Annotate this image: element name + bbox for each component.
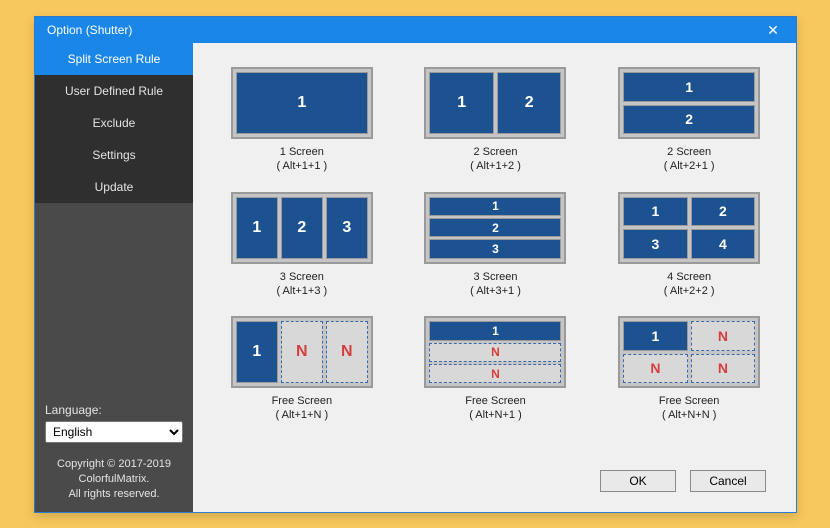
layout-shortcut: ( Alt+N+N ) bbox=[659, 408, 720, 422]
window-title: Option (Shutter) bbox=[47, 23, 760, 37]
layout-4-screen[interactable]: 1 2 3 4 4 Screen ( Alt+2+2 ) bbox=[608, 192, 770, 299]
main-panel: 1 1 Screen ( Alt+1+1 ) 1 2 bbox=[193, 43, 796, 512]
layout-shortcut: ( Alt+1+1 ) bbox=[276, 159, 327, 173]
layout-caption: 3 Screen ( Alt+3+1 ) bbox=[470, 270, 521, 299]
layout-title: 1 Screen bbox=[276, 145, 327, 159]
layout-title: Free Screen bbox=[659, 394, 720, 408]
options-dialog: Option (Shutter) ✕ Split Screen Rule Use… bbox=[34, 16, 797, 513]
sidebar-item-label: Exclude bbox=[93, 116, 136, 130]
sidebar-item-label: Settings bbox=[92, 148, 135, 162]
layout-free-n-1[interactable]: 1 N N Free Screen ( Alt+N+1 ) bbox=[415, 316, 577, 423]
diagram-icon: 1 N N bbox=[231, 316, 373, 388]
layout-grid: 1 1 Screen ( Alt+1+1 ) 1 2 bbox=[221, 67, 770, 466]
layout-shortcut: ( Alt+2+1 ) bbox=[664, 159, 715, 173]
layout-caption: 4 Screen ( Alt+2+2 ) bbox=[664, 270, 715, 299]
dialog-footer: OK Cancel bbox=[221, 466, 770, 502]
button-label: OK bbox=[629, 474, 646, 488]
dialog-body: Split Screen Rule User Defined Rule Excl… bbox=[35, 43, 796, 512]
layout-shortcut: ( Alt+N+1 ) bbox=[465, 408, 526, 422]
cancel-button[interactable]: Cancel bbox=[690, 470, 766, 492]
layout-title: 4 Screen bbox=[664, 270, 715, 284]
layout-shortcut: ( Alt+1+3 ) bbox=[276, 284, 327, 298]
layout-caption: 2 Screen ( Alt+2+1 ) bbox=[664, 145, 715, 174]
copyright-line: Copyright © 2017-2019 bbox=[39, 457, 189, 472]
layout-3-screen-rows[interactable]: 1 2 3 3 Screen ( Alt+3+1 ) bbox=[415, 192, 577, 299]
layout-free-1-n[interactable]: 1 N N Free Screen ( Alt+1+N ) bbox=[221, 316, 383, 423]
layout-caption: 1 Screen ( Alt+1+1 ) bbox=[276, 145, 327, 174]
layout-title: 3 Screen bbox=[470, 270, 521, 284]
diagram-icon: 1 2 3 bbox=[424, 192, 566, 264]
layout-title: Free Screen bbox=[272, 394, 333, 408]
diagram-icon: 1 N N N bbox=[618, 316, 760, 388]
diagram-icon: 1 2 3 4 bbox=[618, 192, 760, 264]
diagram-icon: 1 2 3 bbox=[231, 192, 373, 264]
sidebar-spacer bbox=[35, 203, 193, 403]
sidebar-item-exclude[interactable]: Exclude bbox=[35, 107, 193, 139]
layout-title: 2 Screen bbox=[470, 145, 521, 159]
sidebar-item-update[interactable]: Update bbox=[35, 171, 193, 203]
language-label: Language: bbox=[45, 403, 183, 417]
layout-shortcut: ( Alt+1+N ) bbox=[272, 408, 333, 422]
layout-caption: Free Screen ( Alt+1+N ) bbox=[272, 394, 333, 423]
ok-button[interactable]: OK bbox=[600, 470, 676, 492]
layout-caption: 2 Screen ( Alt+1+2 ) bbox=[470, 145, 521, 174]
diagram-icon: 1 bbox=[231, 67, 373, 139]
close-icon[interactable]: ✕ bbox=[760, 22, 786, 39]
sidebar-item-label: Split Screen Rule bbox=[68, 52, 161, 66]
sidebar-item-label: Update bbox=[95, 180, 134, 194]
layout-free-n-n[interactable]: 1 N N N Free Screen ( Alt+N+N ) bbox=[608, 316, 770, 423]
diagram-icon: 1 2 bbox=[424, 67, 566, 139]
layout-caption: Free Screen ( Alt+N+1 ) bbox=[465, 394, 526, 423]
layout-title: 2 Screen bbox=[664, 145, 715, 159]
language-select[interactable]: English bbox=[45, 421, 183, 443]
layout-shortcut: ( Alt+1+2 ) bbox=[470, 159, 521, 173]
diagram-icon: 1 2 bbox=[618, 67, 760, 139]
layout-title: Free Screen bbox=[465, 394, 526, 408]
sidebar-item-user-defined-rule[interactable]: User Defined Rule bbox=[35, 75, 193, 107]
layout-caption: Free Screen ( Alt+N+N ) bbox=[659, 394, 720, 423]
copyright-line: All rights reserved. bbox=[39, 487, 189, 502]
copyright: Copyright © 2017-2019 ColorfulMatrix. Al… bbox=[35, 451, 193, 512]
language-block: Language: English bbox=[35, 403, 193, 451]
layout-title: 3 Screen bbox=[276, 270, 327, 284]
titlebar: Option (Shutter) ✕ bbox=[35, 17, 796, 43]
button-label: Cancel bbox=[709, 474, 746, 488]
sidebar: Split Screen Rule User Defined Rule Excl… bbox=[35, 43, 193, 512]
layout-3-screen-cols[interactable]: 1 2 3 3 Screen ( Alt+1+3 ) bbox=[221, 192, 383, 299]
sidebar-item-label: User Defined Rule bbox=[65, 84, 163, 98]
layout-2-screen-rows[interactable]: 1 2 2 Screen ( Alt+2+1 ) bbox=[608, 67, 770, 174]
diagram-icon: 1 N N bbox=[424, 316, 566, 388]
layout-caption: 3 Screen ( Alt+1+3 ) bbox=[276, 270, 327, 299]
layout-2-screen-cols[interactable]: 1 2 2 Screen ( Alt+1+2 ) bbox=[415, 67, 577, 174]
layout-shortcut: ( Alt+3+1 ) bbox=[470, 284, 521, 298]
sidebar-item-split-screen-rule[interactable]: Split Screen Rule bbox=[35, 43, 193, 75]
sidebar-item-settings[interactable]: Settings bbox=[35, 139, 193, 171]
layout-shortcut: ( Alt+2+2 ) bbox=[664, 284, 715, 298]
layout-1-screen[interactable]: 1 1 Screen ( Alt+1+1 ) bbox=[221, 67, 383, 174]
copyright-line: ColorfulMatrix. bbox=[39, 472, 189, 487]
